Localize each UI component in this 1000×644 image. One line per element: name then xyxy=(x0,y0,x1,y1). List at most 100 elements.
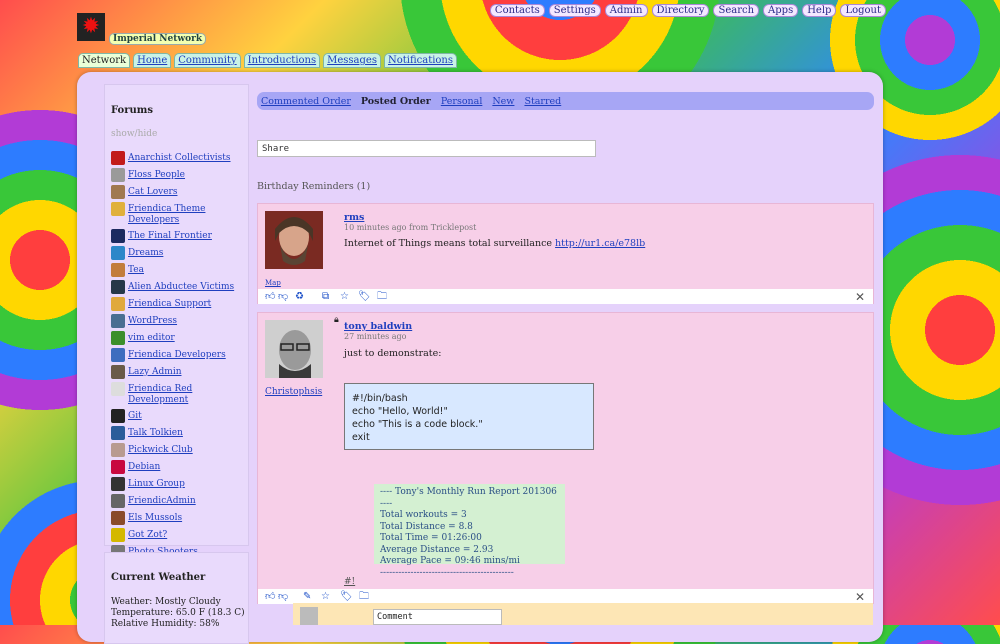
nav-logout[interactable]: Logout xyxy=(840,4,886,17)
forum-item[interactable]: Git xyxy=(111,409,245,423)
tab-starred[interactable]: Starred xyxy=(524,96,561,107)
forum-label[interactable]: Talk Tolkien xyxy=(128,426,183,439)
tab-posted-order[interactable]: Posted Order xyxy=(361,96,431,107)
forum-item[interactable]: Friendica Theme Developers xyxy=(111,202,245,226)
edit-icon[interactable]: ✎ xyxy=(303,591,311,603)
forum-label[interactable]: Anarchist Collectivists xyxy=(128,151,231,164)
forum-label[interactable]: The Final Frontier xyxy=(128,229,212,242)
forum-item[interactable]: Cat Lovers xyxy=(111,185,245,199)
forum-label[interactable]: Friendica Theme Developers xyxy=(128,202,245,226)
forum-label[interactable]: Friendica Support xyxy=(128,297,211,310)
folder-icon[interactable]: 🗀 xyxy=(359,591,369,603)
tab-network[interactable]: Network xyxy=(78,53,131,68)
forum-item[interactable]: Linux Group xyxy=(111,477,245,491)
folder-icon[interactable]: 🗀 xyxy=(377,291,387,303)
forum-avatar-icon xyxy=(111,528,125,542)
forum-item[interactable]: Pickwick Club xyxy=(111,443,245,457)
report-line: Average Distance = 2.93 xyxy=(380,544,494,555)
nav-directory[interactable]: Directory xyxy=(651,4,710,17)
forum-label[interactable]: Got Zot? xyxy=(128,528,167,541)
tag-icon[interactable]: 🏷︎ xyxy=(340,591,353,603)
nav-search[interactable]: Search xyxy=(713,4,760,17)
forum-label[interactable]: Dreams xyxy=(128,246,163,259)
tab-commented-order[interactable]: Commented Order xyxy=(261,96,351,107)
dislike-icon[interactable]: 👎︎ xyxy=(278,591,288,603)
forum-label[interactable]: Friendica Developers xyxy=(128,348,226,361)
post-link[interactable]: http://ur1.ca/e78lb xyxy=(555,238,645,249)
site-name[interactable]: Imperial Network xyxy=(109,33,207,45)
forum-label[interactable]: Linux Group xyxy=(128,477,185,490)
share-input[interactable]: Share xyxy=(257,140,596,157)
nav-apps[interactable]: Apps xyxy=(763,4,799,17)
map-link[interactable]: Map xyxy=(265,279,281,287)
forum-item[interactable]: Anarchist Collectivists xyxy=(111,151,245,165)
report-line: Total Time = 01:26:00 xyxy=(380,533,482,543)
forum-label[interactable]: Alien Abductee Victims xyxy=(128,280,234,293)
post-tony: 🔒︎ tony baldwin 27 minutes ago just to d… xyxy=(257,312,874,604)
post-author[interactable]: rms xyxy=(344,212,364,223)
tab-messages[interactable]: Messages xyxy=(323,53,381,68)
post-tag[interactable]: #! xyxy=(344,577,355,587)
avatar[interactable] xyxy=(265,211,323,269)
show-hide-toggle[interactable]: show/hide xyxy=(111,129,157,139)
forum-item[interactable]: Friendica Support xyxy=(111,297,245,311)
forum-item[interactable]: Got Zot? xyxy=(111,528,245,542)
code-line: #!/bin/bash xyxy=(352,393,408,404)
star-icon[interactable]: ☆ xyxy=(321,591,330,603)
forum-label[interactable]: Friendica Red Development xyxy=(128,382,245,406)
forum-item[interactable]: Friendica Developers xyxy=(111,348,245,362)
nav-help[interactable]: Help xyxy=(802,4,837,17)
tab-notifications[interactable]: Notifications xyxy=(383,53,457,68)
close-icon[interactable]: ✕ xyxy=(855,590,865,604)
star-icon[interactable]: ☆ xyxy=(340,291,349,303)
tab-new[interactable]: New xyxy=(492,96,514,107)
forum-item[interactable]: Lazy Admin xyxy=(111,365,245,379)
avatar[interactable] xyxy=(265,320,323,378)
forum-item[interactable]: Dreams xyxy=(111,246,245,260)
forum-label[interactable]: FriendicAdmin xyxy=(128,494,196,507)
forum-item[interactable]: The Final Frontier xyxy=(111,229,245,243)
forum-label[interactable]: vim editor xyxy=(128,331,175,344)
forum-label[interactable]: Tea xyxy=(128,263,144,276)
site-logo[interactable]: ✹ xyxy=(77,13,105,41)
like-icon[interactable]: 👍︎ xyxy=(265,291,275,303)
tag-icon[interactable]: 🏷︎ xyxy=(358,291,371,303)
forum-label[interactable]: Cat Lovers xyxy=(128,185,177,198)
birthday-reminders[interactable]: Birthday Reminders (1) xyxy=(257,181,370,192)
forum-item[interactable]: Floss People xyxy=(111,168,245,182)
forum-label[interactable]: Floss People xyxy=(128,168,185,181)
tab-community[interactable]: Community xyxy=(174,53,241,68)
share-icon[interactable]: ♻ xyxy=(295,291,304,303)
comment-input[interactable]: Comment xyxy=(373,609,502,625)
forum-item[interactable]: FriendicAdmin xyxy=(111,494,245,508)
nav-settings[interactable]: Settings xyxy=(548,4,601,17)
tab-home[interactable]: Home xyxy=(133,53,172,68)
forum-label[interactable]: Els Mussols xyxy=(128,511,182,524)
forum-item[interactable]: Alien Abductee Victims xyxy=(111,280,245,294)
forum-label[interactable]: Git xyxy=(128,409,142,422)
forum-item[interactable]: Talk Tolkien xyxy=(111,426,245,440)
code-line: exit xyxy=(352,432,370,443)
forum-item[interactable]: vim editor xyxy=(111,331,245,345)
forum-item[interactable]: Friendica Red Development xyxy=(111,382,245,406)
like-icon[interactable]: 👍︎ xyxy=(265,591,275,603)
forum-item[interactable]: Els Mussols xyxy=(111,511,245,525)
forum-item[interactable]: WordPress xyxy=(111,314,245,328)
tab-introductions[interactable]: Introductions xyxy=(243,53,321,68)
forum-item[interactable]: Debian xyxy=(111,460,245,474)
post-text: Internet of Things means total surveilla… xyxy=(344,238,556,249)
tab-personal[interactable]: Personal xyxy=(441,96,483,107)
close-icon[interactable]: ✕ xyxy=(855,290,865,304)
dislike-icon[interactable]: 👎︎ xyxy=(278,291,288,303)
forum-label[interactable]: WordPress xyxy=(128,314,177,327)
owner-link[interactable]: Christophsis xyxy=(265,387,322,397)
post-author[interactable]: tony baldwin xyxy=(344,321,412,332)
external-link-icon[interactable]: ⧉ xyxy=(322,291,329,303)
forum-label[interactable]: Lazy Admin xyxy=(128,365,182,378)
forum-label[interactable]: Debian xyxy=(128,460,160,473)
nav-contacts[interactable]: Contacts xyxy=(489,4,545,17)
nav-admin[interactable]: Admin xyxy=(604,4,648,17)
forum-label[interactable]: Pickwick Club xyxy=(128,443,193,456)
top-nav: Contacts Settings Admin Directory Search… xyxy=(489,4,886,17)
forum-item[interactable]: Tea xyxy=(111,263,245,277)
